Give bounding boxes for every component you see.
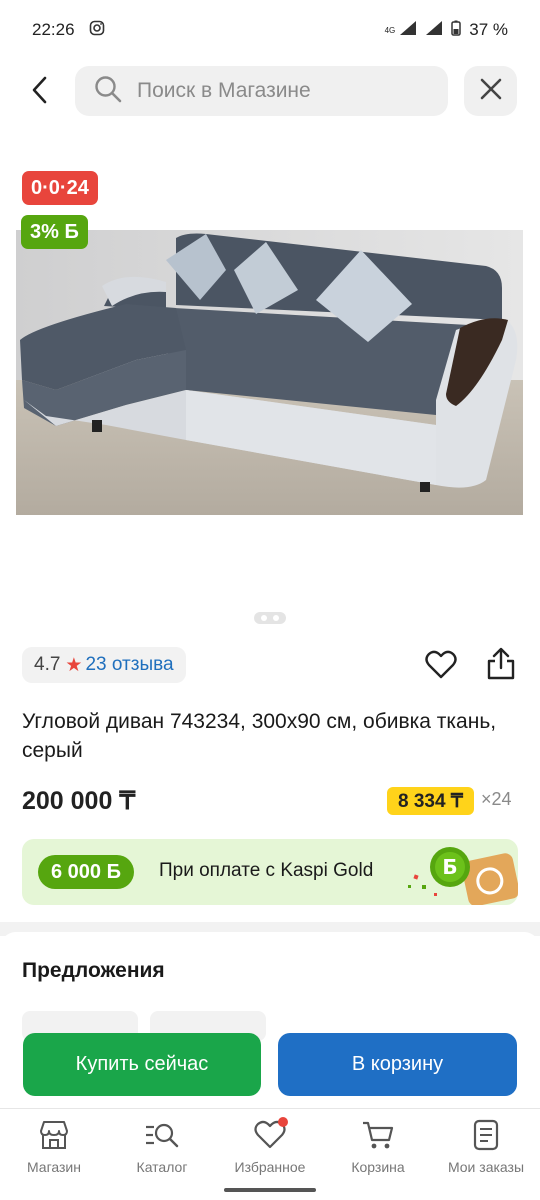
search-input[interactable]: Поиск в Магазине [75,66,448,116]
buy-now-button[interactable]: Купить сейчас [23,1033,261,1096]
kaspi-gold-text: При оплате с Kaspi Gold [159,860,374,881]
battery-icon [451,20,461,41]
kaspi-bonus-pill: 6 000 Б [38,855,134,889]
installment-term: ×24 [481,789,512,809]
instagram-icon [89,20,105,41]
nav-catalog[interactable]: Каталог [108,1117,216,1175]
nav-store[interactable]: Магазин [0,1117,108,1175]
signal-icon [399,20,417,41]
battery-level: 37 % [469,20,508,39]
search-placeholder: Поиск в Магазине [137,79,311,102]
star-icon: ★ [65,654,83,676]
status-time: 22:26 [32,20,75,39]
notification-dot [278,1117,288,1127]
close-icon [479,77,503,106]
nav-catalog-label: Каталог [136,1159,188,1175]
nav-cart[interactable]: Корзина [324,1117,432,1175]
kaspi-gold-illustration-icon: Б [404,841,518,905]
nav-favorites-label: Избранное [234,1159,306,1175]
nav-cart-label: Корзина [351,1159,405,1175]
add-to-cart-button[interactable]: В корзину [278,1033,517,1096]
reviews-link[interactable]: 23 отзыва [85,654,173,676]
product-image[interactable] [16,230,523,515]
back-button[interactable] [18,66,62,118]
svg-text:Б: Б [442,855,457,879]
orders-icon [466,1117,506,1153]
home-indicator[interactable] [224,1188,316,1192]
nav-orders[interactable]: Мои заказы [432,1117,540,1175]
share-icon [485,647,517,686]
rating-chip[interactable]: 4.7 ★ 23 отзыва [22,647,186,683]
product-price: 200 000 ₸ [22,787,136,815]
heart-icon [425,650,457,685]
cart-icon [358,1117,398,1153]
favorite-button[interactable] [422,648,460,686]
network-type: 4G [384,25,396,35]
top-bar: Поиск в Магазине [0,66,540,118]
carousel-dots [254,612,286,624]
offers-title: Предложения [22,959,165,982]
status-bar: 22:26 4G 37 % [0,0,540,60]
bonus-percent-badge: 3% Б [21,215,88,249]
store-icon [34,1117,74,1153]
installment-amount[interactable]: 8 334 ₸ [387,787,474,815]
installment-promo-badge: 0·0·24 [22,171,98,205]
search-icon [93,74,123,109]
chevron-left-icon [30,75,50,110]
signal-icon-2 [425,20,443,41]
kaspi-gold-banner[interactable]: 6 000 Б При оплате с Kaspi Gold Б [22,839,518,905]
bottom-nav: Магазин Каталог Избранное Корзина Мои за… [0,1108,540,1200]
nav-orders-label: Мои заказы [447,1159,525,1175]
nav-favorites[interactable]: Избранное [216,1117,324,1175]
close-button[interactable] [464,66,517,116]
nav-store-label: Магазин [26,1159,81,1175]
rating-value: 4.7 [34,654,61,675]
heart-icon [250,1117,290,1153]
catalog-search-icon [142,1117,182,1153]
share-button[interactable] [482,646,520,686]
product-title: Угловой диван 743234, 300х90 см, обивка … [22,710,497,762]
